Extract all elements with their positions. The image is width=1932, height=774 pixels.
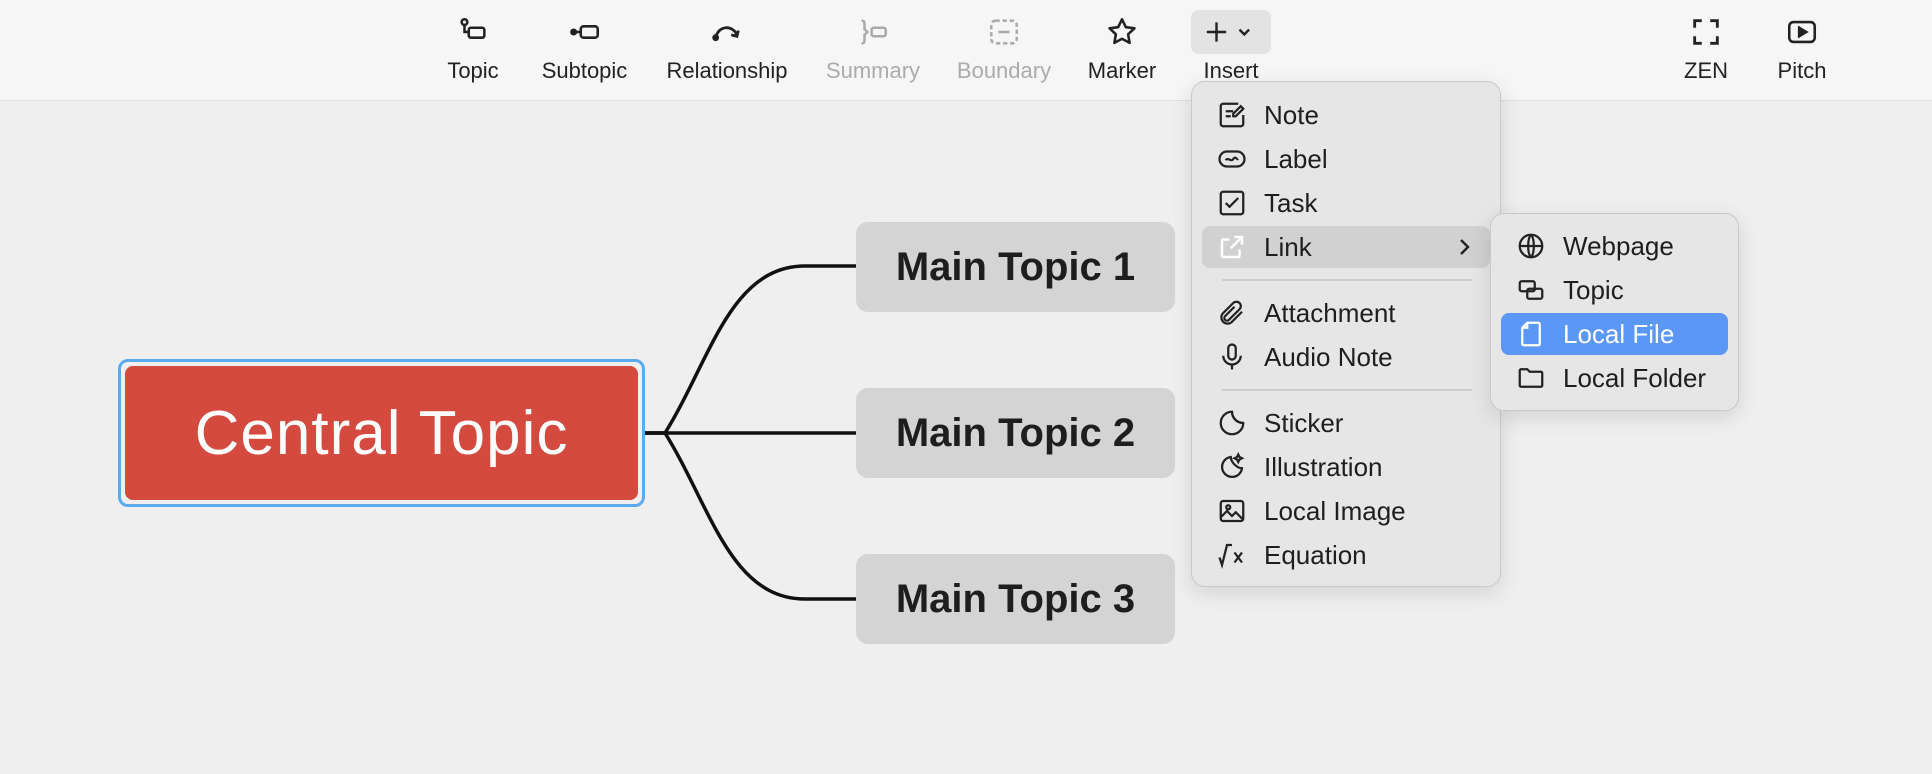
insert-menu: Note Label Task Link Attachment Audio No… <box>1191 81 1501 587</box>
menu-item-equation-label: Equation <box>1264 539 1367 570</box>
main-topic-1[interactable]: Main Topic 1 <box>856 222 1175 312</box>
topic-label: Topic <box>447 58 499 83</box>
play-icon <box>1772 10 1832 54</box>
submenu-item-webpage-label: Webpage <box>1563 230 1674 261</box>
pitch-button[interactable]: Pitch <box>1772 10 1832 88</box>
submenu-item-local-file-label: Local File <box>1563 318 1675 349</box>
menu-item-link-label: Link <box>1264 231 1312 262</box>
menu-item-link[interactable]: Link <box>1202 226 1490 268</box>
boundary-button[interactable]: Boundary <box>953 10 1055 88</box>
main-topic-2[interactable]: Main Topic 2 <box>856 388 1175 478</box>
menu-item-sticker-label: Sticker <box>1264 407 1344 438</box>
zen-label: ZEN <box>1684 58 1728 83</box>
menu-item-local-image-label: Local Image <box>1264 495 1406 526</box>
folder-icon <box>1513 360 1549 396</box>
subtopic-icon <box>555 10 615 54</box>
submenu-item-local-folder[interactable]: Local Folder <box>1501 357 1728 399</box>
summary-bracket-icon <box>843 10 903 54</box>
image-icon <box>1214 493 1250 529</box>
menu-separator <box>1222 279 1472 281</box>
menu-item-label[interactable]: Label <box>1202 138 1490 180</box>
submenu-item-topic-label: Topic <box>1563 274 1624 305</box>
subtopic-button[interactable]: Subtopic <box>537 10 632 88</box>
menu-item-illustration[interactable]: Illustration <box>1202 446 1490 488</box>
central-topic[interactable]: Central Topic <box>118 359 645 507</box>
menu-item-local-image[interactable]: Local Image <box>1202 490 1490 532</box>
submenu-item-local-file[interactable]: Local File <box>1501 313 1728 355</box>
menu-separator <box>1222 389 1472 391</box>
menu-item-label-label: Label <box>1264 143 1328 174</box>
globe-icon <box>1513 228 1549 264</box>
summary-label: Summary <box>825 58 921 83</box>
equation-icon <box>1214 537 1250 573</box>
menu-item-equation[interactable]: Equation <box>1202 534 1490 576</box>
menu-item-attachment[interactable]: Attachment <box>1202 292 1490 334</box>
central-topic-label: Central Topic <box>125 366 638 500</box>
marker-button[interactable]: Marker <box>1085 10 1159 88</box>
relationship-label: Relationship <box>666 58 788 83</box>
main-topic-3[interactable]: Main Topic 3 <box>856 554 1175 644</box>
summary-button[interactable]: Summary <box>823 10 923 88</box>
submenu-item-local-folder-label: Local Folder <box>1563 362 1707 393</box>
insert-plus-icon <box>1191 10 1271 54</box>
star-icon <box>1092 10 1152 54</box>
zen-button[interactable]: ZEN <box>1676 10 1736 88</box>
relationship-curve-icon <box>697 10 757 54</box>
external-link-icon <box>1214 229 1250 265</box>
pitch-label: Pitch <box>1777 58 1827 83</box>
file-icon <box>1513 316 1549 352</box>
fullscreen-icon <box>1676 10 1736 54</box>
menu-item-task[interactable]: Task <box>1202 182 1490 224</box>
link-submenu: Webpage Topic Local File Local Folder <box>1490 213 1739 411</box>
submenu-item-webpage[interactable]: Webpage <box>1501 225 1728 267</box>
menu-item-illustration-label: Illustration <box>1264 451 1383 482</box>
mindmap-canvas[interactable]: Central Topic Main Topic 1 Main Topic 2 … <box>0 101 1932 774</box>
menu-item-note-label: Note <box>1264 99 1319 130</box>
topic-icon <box>443 10 503 54</box>
checkbox-icon <box>1214 185 1250 221</box>
marker-label: Marker <box>1087 58 1157 83</box>
relationship-button[interactable]: Relationship <box>662 10 792 88</box>
submenu-item-topic[interactable]: Topic <box>1501 269 1728 311</box>
toolbar: Topic Subtopic Relationship Summary Boun… <box>0 0 1932 101</box>
menu-item-audio-note[interactable]: Audio Note <box>1202 336 1490 378</box>
sticker-icon <box>1214 405 1250 441</box>
note-icon <box>1214 97 1250 133</box>
boundary-label: Boundary <box>956 58 1052 83</box>
paperclip-icon <box>1214 295 1250 331</box>
topic-button[interactable]: Topic <box>443 10 503 88</box>
microphone-icon <box>1214 339 1250 375</box>
menu-item-task-label: Task <box>1264 187 1318 218</box>
topic-link-icon <box>1513 272 1549 308</box>
chevron-right-icon <box>1460 239 1470 255</box>
insert-button[interactable]: Insert <box>1191 10 1271 88</box>
menu-item-attachment-label: Attachment <box>1264 297 1396 328</box>
menu-item-audio-note-label: Audio Note <box>1264 341 1393 372</box>
label-icon <box>1214 141 1250 177</box>
illustration-icon <box>1214 449 1250 485</box>
boundary-icon <box>974 10 1034 54</box>
menu-item-note[interactable]: Note <box>1202 94 1490 136</box>
subtopic-label: Subtopic <box>541 58 628 83</box>
menu-item-sticker[interactable]: Sticker <box>1202 402 1490 444</box>
